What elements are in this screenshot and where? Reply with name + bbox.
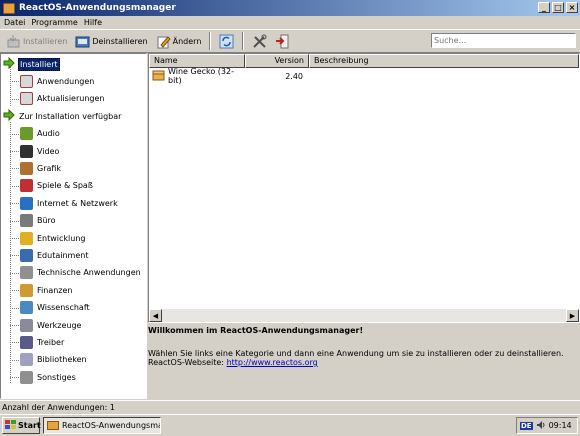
application-list: Name Version Beschreibung Wine Gecko (32… [148,53,580,323]
entwicklung-icon [20,231,33,245]
edutainment-icon [20,248,33,262]
tree-node-edutainment[interactable]: Edutainment [20,247,89,263]
tree-node-installed[interactable]: Installiert [3,56,60,72]
scroll-left-icon[interactable]: ◀ [149,309,162,322]
description-pane: Willkommen im ReactOS-Anwendungsmanager!… [148,324,580,399]
volume-icon[interactable] [536,420,546,432]
werkzeuge-icon [20,318,33,332]
window-title: ReactOS-Anwendungsmanager [19,3,176,13]
welcome-title: Willkommen im ReactOS-Anwendungsmanager! [148,326,364,335]
website-label: ReactOS-Webseite: [148,358,225,367]
scroll-right-icon[interactable]: ▶ [566,309,579,322]
tools-icon [252,34,267,49]
minimize-button[interactable]: _ [538,2,550,13]
treiber-icon [20,335,33,349]
search-input[interactable] [431,33,576,48]
maximize-button[interactable]: □ [552,2,564,13]
title-bar: ReactOS-Anwendungsmanager _ □ × [0,0,580,16]
tree-node-technische-anwendungen[interactable]: Technische Anwendungen [20,265,142,281]
installed-arrow-icon [3,56,15,71]
menu-programme[interactable]: Programme [31,18,77,27]
app-icon [47,420,59,432]
exit-button[interactable] [273,32,292,50]
tree-node-grafik[interactable]: Grafik [20,160,62,176]
technische-anwendungen-icon [20,266,33,280]
install-icon [6,34,21,49]
horizontal-scrollbar[interactable]: ◀ ▶ [149,309,579,322]
row-name: Wine Gecko (32-bit) [168,67,234,85]
table-row[interactable]: Wine Gecko (32-bit) 2.40 [149,67,579,85]
tree-node-video[interactable]: Video [20,143,60,159]
menu-datei[interactable]: Datei [4,18,25,27]
column-name[interactable]: Name [149,54,245,68]
tree-node-bibliotheken[interactable]: Bibliotheken [20,352,88,368]
website-link[interactable]: http://www.reactos.org [227,358,318,367]
tree-node-sonstiges[interactable]: Sonstiges [20,369,77,385]
tree-node-treiber[interactable]: Treiber [20,334,65,350]
list-header: Name Version Beschreibung [149,54,579,68]
available-arrow-icon [3,108,15,123]
tree-node-werkzeuge[interactable]: Werkzeuge [20,317,82,333]
install-button[interactable]: Installieren [4,32,69,50]
category-tree: Installiert Anwendungen Aktualisierungen Zu… [0,53,147,399]
column-description[interactable]: Beschreibung [309,54,579,68]
tree-node-finanzen[interactable]: Finanzen [20,282,73,298]
app-icon [3,2,15,14]
toolbar-separator [209,32,212,50]
taskbar: Start ReactOS-Anwendungsman... DE 09:14 [0,414,580,436]
tree-node-internet-netzwerk[interactable]: Internet & Netzwerk [20,195,119,211]
uninstall-button[interactable]: Deinstallieren [73,32,149,50]
start-icon [5,419,16,432]
tree-node-spiele-spaß[interactable]: Spiele & Spaß [20,178,94,194]
sonstiges-icon [20,370,33,384]
tree-node-wissenschaft[interactable]: Wissenschaft [20,300,91,316]
menu-bar: Datei Programme Hilfe [0,16,580,29]
tree-node-entwicklung[interactable]: Entwicklung [20,230,87,246]
exit-icon [275,34,290,49]
applications-icon [20,74,33,88]
settings-button[interactable] [250,32,269,50]
taskbar-window-button[interactable]: ReactOS-Anwendungsman... [43,417,161,434]
language-indicator[interactable]: DE [520,421,533,430]
grafik-icon [20,161,33,175]
finanzen-icon [20,283,33,297]
refresh-button[interactable] [217,32,236,50]
modify-button[interactable]: Ändern [154,32,204,50]
video-icon [20,144,33,158]
tree-node-audio[interactable]: Audio [20,126,61,142]
wissenschaft-icon [20,301,33,315]
row-version: 2.40 [285,71,303,81]
büro-icon [20,214,33,228]
menu-hilfe[interactable]: Hilfe [84,18,102,27]
updates-icon [20,92,33,106]
close-button[interactable]: × [566,2,578,13]
tree-node-available[interactable]: Zur Installation verfügbar [3,108,122,124]
spiele-spaß-icon [20,179,33,193]
bibliotheken-icon [20,353,33,367]
internet-netzwerk-icon [20,196,33,210]
status-bar: Anzahl der Anwendungen: 1 [0,400,580,413]
modify-icon [156,34,171,49]
system-tray: DE 09:14 [516,417,578,434]
clock: 09:14 [548,421,572,430]
tree-node-büro[interactable]: Büro [20,213,57,229]
tree-node-aktualisierungen[interactable]: Aktualisierungen [20,91,105,107]
uninstall-icon [75,34,90,49]
start-button[interactable]: Start [2,417,41,434]
tree-node-anwendungen[interactable]: Anwendungen [20,73,95,89]
refresh-icon [219,34,234,49]
audio-icon [20,127,33,141]
toolbar-separator [242,32,245,50]
column-version[interactable]: Version [245,54,309,68]
package-icon [152,70,165,83]
welcome-text: Wählen Sie links eine Kategorie und dann… [148,349,564,358]
